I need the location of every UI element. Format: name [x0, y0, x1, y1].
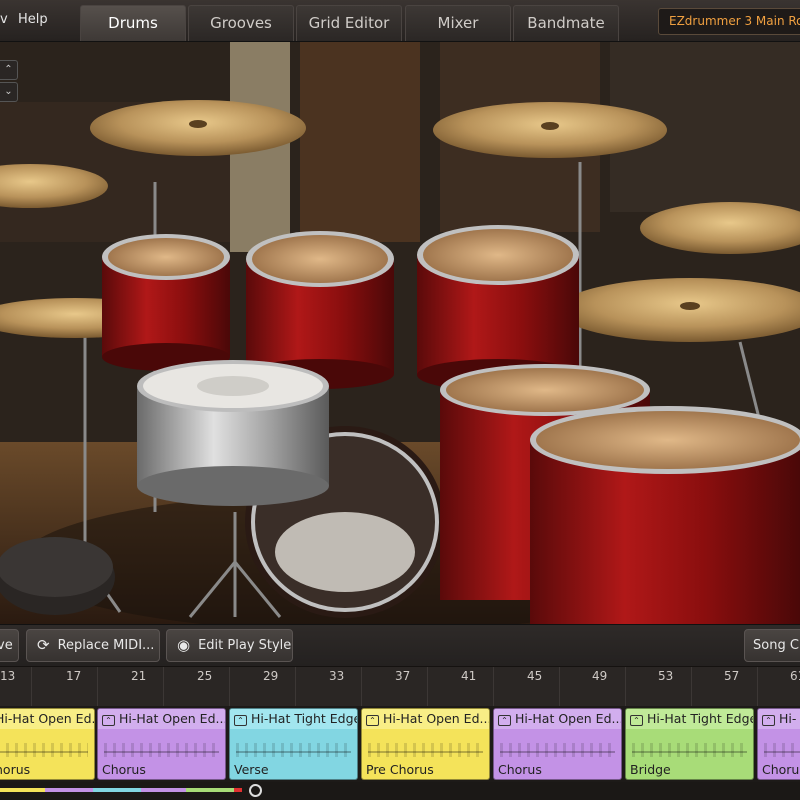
bar-number: 45: [527, 669, 543, 683]
collapse-icon[interactable]: ⌃: [498, 715, 511, 726]
clip-title: Hi-Hat Tight Edge: [251, 711, 357, 726]
song-scrollbar[interactable]: [0, 782, 800, 800]
tab-mixer[interactable]: Mixer: [405, 5, 511, 41]
top-bar: v Help Drums Grooves Grid Editor Mixer B…: [0, 0, 800, 42]
tab-bandmate[interactable]: Bandmate: [513, 5, 619, 41]
refresh-arrows-icon: ⟳: [37, 636, 50, 654]
knob-icon: ◉: [177, 636, 191, 654]
menu-view[interactable]: v: [0, 12, 8, 27]
clip-section: Chorus: [498, 762, 542, 777]
bar-number: 41: [461, 669, 477, 683]
song-part-clip[interactable]: ⌃ Hi-Hat Tight Edge Bridge: [625, 708, 754, 780]
clip-title: Hi-Hat Open Ed...: [383, 711, 489, 726]
clip-section: Chorus: [762, 762, 800, 777]
song-part-clip[interactable]: ⌃ Hi-Hat Open Ed... Chorus: [493, 708, 622, 780]
clip-section: Pre Chorus: [366, 762, 434, 777]
toolbar: ve ⟳ Replace MIDI... ◉ Edit Play Style Son…: [0, 624, 800, 666]
bar-number: 53: [658, 669, 674, 683]
collapse-icon[interactable]: ⌃: [630, 715, 643, 726]
song-creator-label: Song Cr: [753, 638, 800, 653]
song-part-clip[interactable]: ⌃ Hi-Hat Open Ed... Pre Chorus: [361, 708, 490, 780]
clip-section: Bridge: [630, 762, 671, 777]
bar-number: 49: [592, 669, 608, 683]
bar-number: 33: [329, 669, 345, 683]
menu-help[interactable]: Help: [18, 12, 48, 27]
tab-grooves[interactable]: Grooves: [188, 5, 294, 41]
drum-kit-illustration: [0, 42, 800, 624]
bar-number: 13: [0, 669, 16, 683]
timeline-ruler[interactable]: 13 17 21 25 29 33 37 41 45 49 53 57 61: [0, 666, 800, 707]
replace-midi-label: Replace MIDI...: [57, 638, 155, 653]
preset-selector[interactable]: EZdrummer 3 Main Roo: [658, 8, 800, 35]
song-part-clip[interactable]: ⌃ Hi-Hat Open Ed... Chorus: [97, 708, 226, 780]
clip-title: Hi-Hat Open Ed...: [119, 711, 225, 726]
collapse-icon[interactable]: ⌃: [234, 715, 247, 726]
bar-number: 57: [724, 669, 740, 683]
drum-kit-stage: ⌃ ⌄: [0, 42, 800, 624]
song-part-clip[interactable]: ⌃ Hi- Chorus: [757, 708, 800, 780]
bar-number: 21: [131, 669, 147, 683]
song-track: Hi-Hat Open Ed... horus ⌃ Hi-Hat Open Ed.…: [0, 706, 800, 782]
bar-number: 25: [197, 669, 213, 683]
clip-title: Hi-: [779, 711, 797, 726]
song-part-clip[interactable]: ⌃ Hi-Hat Tight Edge Verse: [229, 708, 358, 780]
chevron-up-icon[interactable]: ⌃: [0, 60, 18, 80]
bar-number: 29: [263, 669, 279, 683]
tab-drums[interactable]: Drums: [80, 5, 186, 41]
save-button-label: ve: [0, 638, 13, 653]
song-part-clip[interactable]: Hi-Hat Open Ed... horus: [0, 708, 95, 780]
clip-section: Verse: [234, 762, 269, 777]
bar-number: 17: [66, 669, 82, 683]
collapse-icon[interactable]: ⌃: [102, 715, 115, 726]
edit-play-style-button[interactable]: ◉ Edit Play Style: [166, 629, 293, 662]
tab-grid-editor[interactable]: Grid Editor: [296, 5, 402, 41]
scroll-handle[interactable]: [249, 784, 262, 797]
collapse-icon[interactable]: ⌃: [762, 715, 775, 726]
clip-title: Hi-Hat Tight Edge: [647, 711, 753, 726]
bar-number: 61: [790, 669, 800, 683]
clip-section: Chorus: [102, 762, 146, 777]
edit-play-style-label: Edit Play Style: [198, 638, 292, 653]
bar-number: 37: [395, 669, 411, 683]
clip-section: horus: [0, 762, 31, 777]
clip-title: Hi-Hat Open Ed...: [0, 709, 94, 729]
collapse-icon[interactable]: ⌃: [366, 715, 379, 726]
save-button[interactable]: ve: [0, 629, 19, 662]
chevron-down-icon[interactable]: ⌄: [0, 82, 18, 102]
replace-midi-button[interactable]: ⟳ Replace MIDI...: [26, 629, 160, 662]
song-creator-button[interactable]: Song Cr: [744, 629, 800, 662]
clip-title: Hi-Hat Open Ed...: [515, 711, 621, 726]
